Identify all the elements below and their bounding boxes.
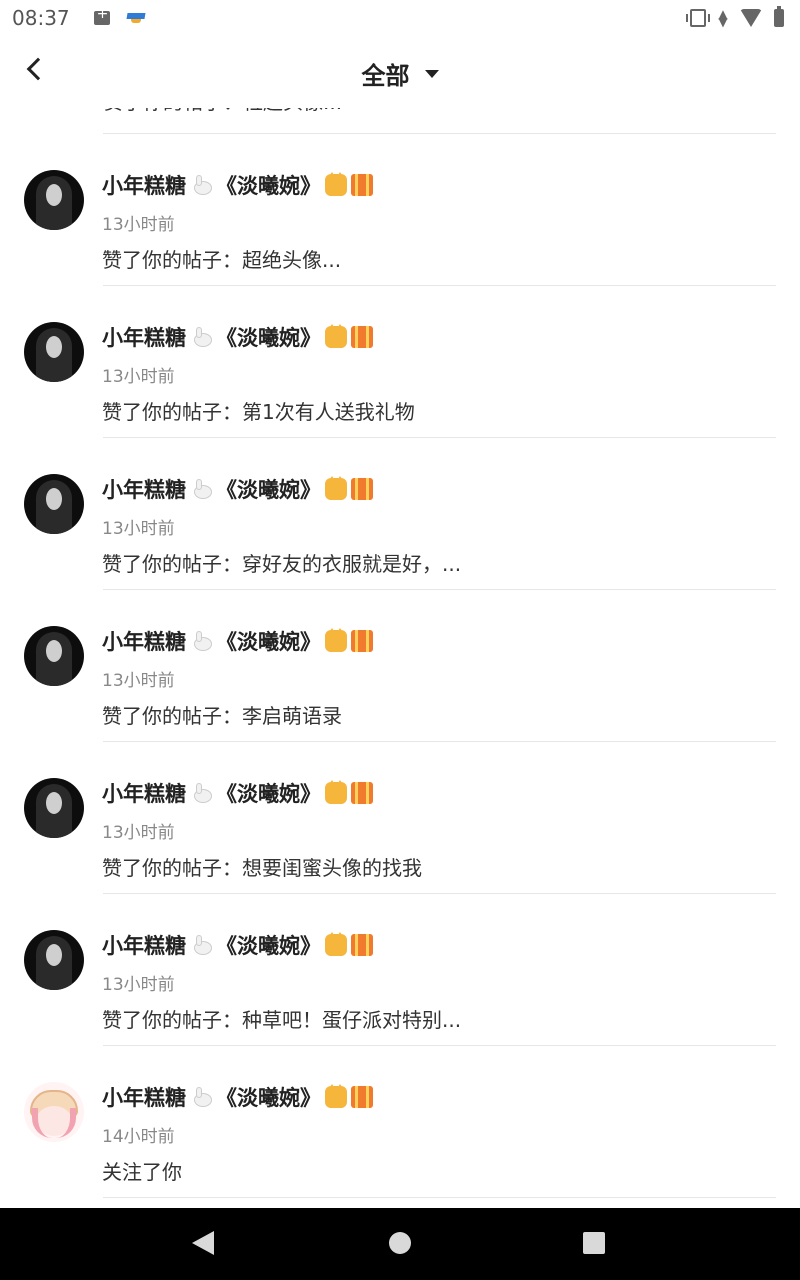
- page-title: 全部: [361, 62, 410, 90]
- list-item-content: 赞了你的帖子：想要闺蜜头像的找我: [102, 856, 422, 880]
- graduation-cap-icon: [126, 11, 146, 25]
- cat-icon: [325, 932, 347, 956]
- data-transfer-icon: ▲ ▼: [718, 7, 728, 29]
- avatar[interactable]: [24, 778, 84, 838]
- list-item[interactable]: 小年糕糖 《淡曦婉》 14小时前关注了你: [0, 1046, 800, 1198]
- rabbit-icon: [190, 783, 212, 803]
- username[interactable]: 小年糕糖 《淡曦婉》: [102, 170, 373, 200]
- list-item[interactable]: 小年糕糖 《淡曦婉》 13小时前赞了你的帖子：穿好友的衣服就是好，...: [0, 438, 800, 590]
- list-item[interactable]: 小年糕糖 《淡曦婉》 13小时前赞了你的帖子：超绝头像...: [0, 134, 800, 286]
- username[interactable]: 小年糕糖 《淡曦婉》: [102, 778, 373, 808]
- username[interactable]: 小年糕糖 《淡曦婉》: [102, 1082, 373, 1112]
- timestamp: 13小时前: [102, 823, 175, 843]
- system-nav-bar: [0, 1208, 800, 1280]
- username-text: 小年糕糖: [102, 1086, 186, 1110]
- timestamp: 13小时前: [102, 975, 175, 995]
- vest-icon: [351, 782, 373, 804]
- timestamp: 13小时前: [102, 671, 175, 691]
- username-text: 小年糕糖: [102, 630, 186, 654]
- list-item-content: 赞了你的帖子：第1次有人送我礼物: [102, 400, 415, 424]
- nav-back-icon[interactable]: [192, 1231, 214, 1255]
- vest-icon: [351, 934, 373, 956]
- cat-icon: [325, 476, 347, 500]
- username-text: 小年糕糖: [102, 478, 186, 502]
- list-item-content: 赞了你的帖子：穿好友的衣服就是好，...: [102, 552, 462, 576]
- rabbit-icon: [190, 479, 212, 499]
- cat-icon: [325, 628, 347, 652]
- screen: 08:37 ▲▼ 全部 赞了你的帖子：粒超头像... 小年糕糖《淡曦婉》13小时…: [0, 0, 800, 1280]
- vest-icon: [351, 630, 373, 652]
- header: 全部: [0, 36, 800, 108]
- avatar[interactable]: [24, 626, 84, 686]
- username-text: 小年糕糖: [102, 326, 186, 350]
- avatar[interactable]: [24, 930, 84, 990]
- divider: [103, 1197, 776, 1198]
- username-suffix: 《淡曦婉》: [216, 934, 321, 958]
- vest-icon: [351, 1086, 373, 1108]
- username-suffix: 《淡曦婉》: [216, 1086, 321, 1110]
- list-item-content: 赞了你的帖子：种草吧！蛋仔派对特别...: [102, 1008, 462, 1032]
- username[interactable]: 小年糕糖 《淡曦婉》: [102, 626, 373, 656]
- username-suffix: 《淡曦婉》: [216, 326, 321, 350]
- battery-icon: [774, 6, 784, 27]
- cat-icon: [325, 780, 347, 804]
- status-bar: 08:37 ▲▼: [0, 0, 800, 36]
- cat-icon: [325, 324, 347, 348]
- timestamp: 13小时前: [102, 215, 175, 235]
- rabbit-icon: [190, 1087, 212, 1107]
- username-text: 小年糕糖: [102, 174, 186, 198]
- username[interactable]: 小年糕糖 《淡曦婉》: [102, 474, 373, 504]
- list-item-content: 赞了你的帖子：超绝头像...: [102, 248, 342, 272]
- list-item[interactable]: 小年糕糖 《淡曦婉》 13小时前赞了你的帖子：第1次有人送我礼物: [0, 286, 800, 438]
- nav-home-icon[interactable]: [389, 1232, 411, 1254]
- timestamp: 14小时前: [102, 1127, 175, 1147]
- timestamp: 13小时前: [102, 367, 175, 387]
- vest-icon: [351, 174, 373, 196]
- username[interactable]: 小年糕糖 《淡曦婉》: [102, 322, 373, 352]
- avatar[interactable]: [24, 322, 84, 382]
- list-item-content: 关注了你: [102, 1160, 182, 1184]
- cat-icon: [325, 172, 347, 196]
- avatar[interactable]: [24, 170, 84, 230]
- username-text: 小年糕糖: [102, 782, 186, 806]
- notification-icons: [93, 6, 146, 25]
- rabbit-icon: [190, 327, 212, 347]
- app-notification-icon: [93, 6, 110, 25]
- username-suffix: 《淡曦婉》: [216, 478, 321, 502]
- rabbit-icon: [190, 175, 212, 195]
- timestamp: 13小时前: [102, 519, 175, 539]
- vibrate-icon: [686, 9, 710, 27]
- avatar[interactable]: [24, 474, 84, 534]
- rabbit-icon: [190, 935, 212, 955]
- wifi-icon: [740, 9, 762, 27]
- list-item-content: 赞了你的帖子：李启萌语录: [102, 704, 342, 728]
- system-status-icons: ▲ ▼: [686, 6, 788, 29]
- username[interactable]: 小年糕糖 《淡曦婉》: [102, 930, 373, 960]
- list-item[interactable]: 小年糕糖 《淡曦婉》 13小时前赞了你的帖子：李启萌语录: [0, 590, 800, 742]
- notification-list: 赞了你的帖子：粒超头像... 小年糕糖《淡曦婉》13小时前赞了你的帖子：超绝头像…: [0, 90, 800, 1198]
- caret-down-icon: [424, 69, 439, 78]
- list-item[interactable]: 小年糕糖 《淡曦婉》 13小时前赞了你的帖子：种草吧！蛋仔派对特别...: [0, 894, 800, 1046]
- username-suffix: 《淡曦婉》: [216, 630, 321, 654]
- username-suffix: 《淡曦婉》: [216, 174, 321, 198]
- username-text: 小年糕糖: [102, 934, 186, 958]
- status-time: 08:37: [12, 6, 70, 30]
- nav-recents-icon[interactable]: [583, 1232, 605, 1254]
- list-item[interactable]: 小年糕糖 《淡曦婉》 13小时前赞了你的帖子：想要闺蜜头像的找我: [0, 742, 800, 894]
- vest-icon: [351, 326, 373, 348]
- rabbit-icon: [190, 631, 212, 651]
- username-suffix: 《淡曦婉》: [216, 782, 321, 806]
- avatar[interactable]: [24, 1082, 84, 1142]
- cat-icon: [325, 1084, 347, 1108]
- filter-dropdown[interactable]: 全部: [0, 56, 800, 91]
- vest-icon: [351, 478, 373, 500]
